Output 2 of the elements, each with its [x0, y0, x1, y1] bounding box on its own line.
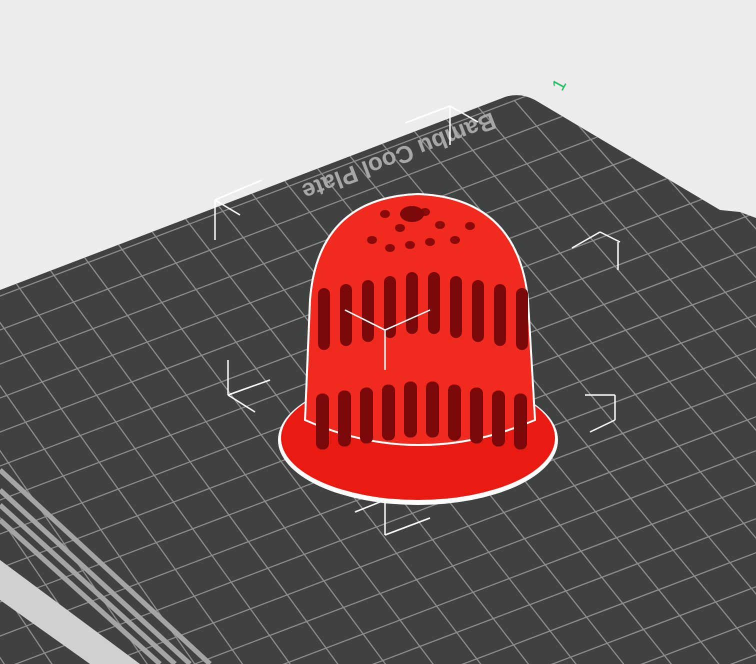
plate-number: 1	[548, 76, 570, 94]
plate-label: Bambu Cool Plate	[298, 106, 500, 206]
